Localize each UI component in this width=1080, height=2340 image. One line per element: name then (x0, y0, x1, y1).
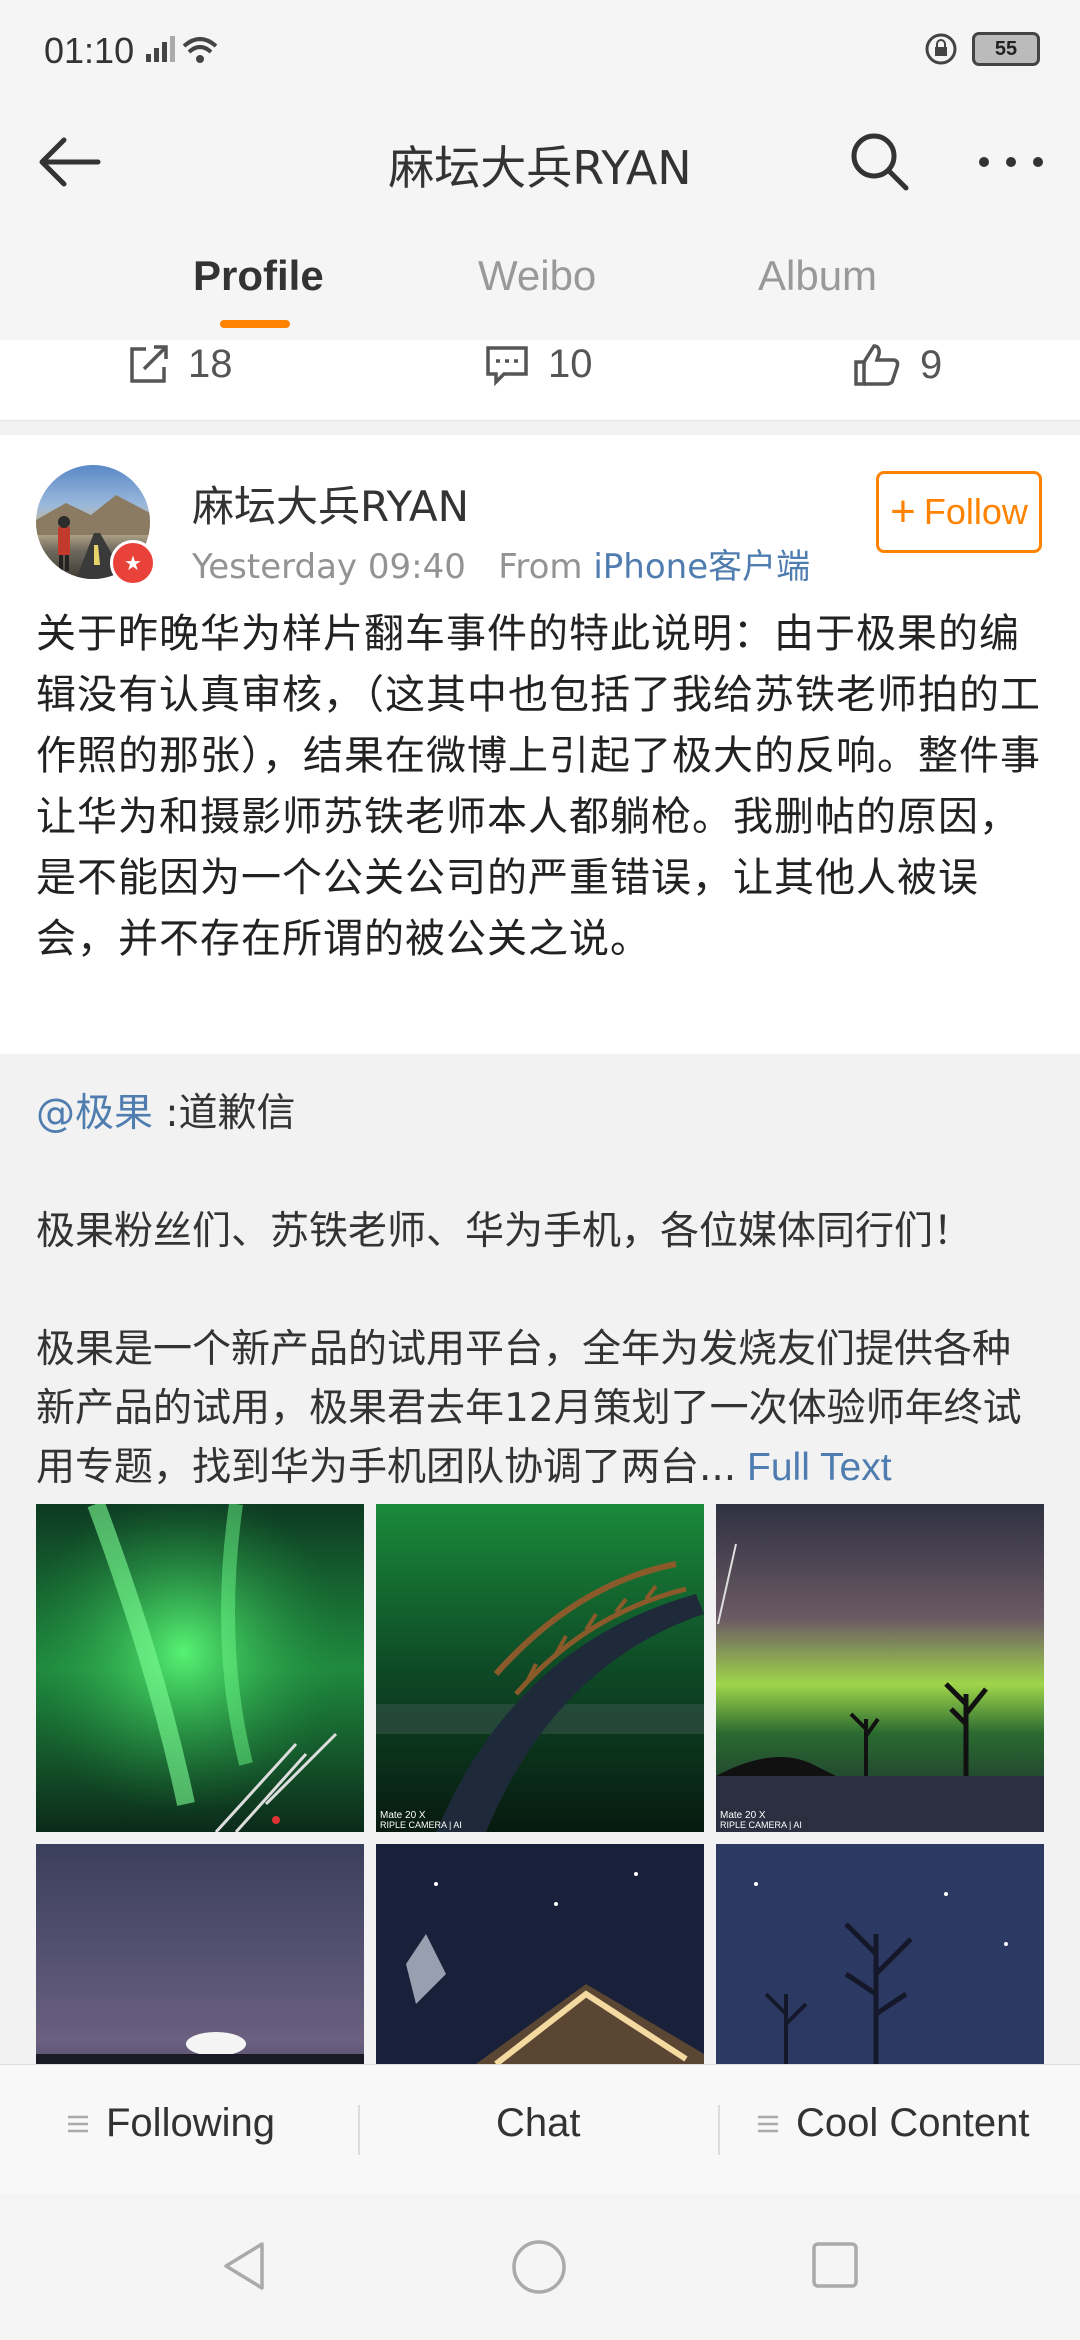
comment-button[interactable]: 10 (484, 342, 593, 387)
status-bar: 01:10 55 (0, 0, 1080, 110)
recent-apps-square-icon[interactable] (810, 2240, 860, 2290)
tab-divider (358, 2105, 360, 2155)
full-text-link[interactable]: Full Text (736, 1446, 892, 1489)
repost-header: @极果 :道歉信 (36, 1084, 1046, 1143)
mention-link[interactable]: @极果 (36, 1091, 153, 1136)
photo-watermark: RIPLE CAMERA | AI (380, 1820, 462, 1830)
top-nav-bar: 麻坛大兵RYAN (0, 110, 1080, 215)
photo-thumbnail[interactable]: Mate 20 X RIPLE CAMERA | AI (716, 1504, 1044, 1832)
night-sky-photo-5 (376, 1844, 704, 2064)
system-nav-bar (0, 2194, 1080, 2340)
menu-lines-icon (68, 2115, 88, 2132)
photo-thumbnail[interactable] (716, 1844, 1044, 2064)
photo-watermark: RIPLE CAMERA | AI (720, 1820, 802, 1830)
tab-weibo[interactable]: Weibo (478, 252, 596, 300)
night-sky-photo-4 (36, 1844, 364, 2064)
page-title: 麻坛大兵RYAN (388, 141, 692, 195)
post-header: ★ 麻坛大兵RYAN Yesterday 09:40 From iPhone客户… (0, 435, 1080, 605)
tab-album[interactable]: Album (758, 252, 877, 300)
post-body: 关于昨晚华为样片翻车事件的特此说明：由于极果的编辑没有认真审核，（这其中也包括了… (36, 611, 1041, 962)
tab-following-label: Following (106, 2101, 275, 2145)
tab-chat[interactable]: Chat (496, 2101, 581, 2146)
aurora-photo-1 (36, 1504, 364, 1832)
home-circle-icon[interactable] (510, 2238, 568, 2296)
aurora-photo-2: Mate 20 X RIPLE CAMERA | AI (376, 1504, 704, 1832)
follow-button[interactable]: + Follow (876, 471, 1042, 553)
active-tab-indicator (220, 320, 290, 328)
back-triangle-icon[interactable] (218, 2238, 270, 2294)
photo-thumbnail[interactable] (36, 1504, 364, 1832)
thumbs-up-icon (854, 344, 900, 386)
repost-paragraph-1: 极果粉丝们、苏铁老师、华为手机，各位媒体同行们！ (36, 1209, 973, 1254)
comment-icon (486, 345, 528, 386)
tab-divider (718, 2105, 720, 2155)
more-options-icon[interactable] (974, 130, 1048, 192)
repost-icon (130, 344, 168, 383)
photo-thumbnail[interactable] (36, 1844, 364, 2064)
night-sky-photo-6 (716, 1844, 1044, 2064)
bottom-tab-bar: Following Chat Cool Content (0, 2064, 1080, 2195)
signal-wifi-icon (146, 36, 218, 63)
post-actions-row: 18 10 9 (0, 340, 1080, 421)
tab-profile[interactable]: Profile (193, 252, 324, 300)
plus-icon: + (890, 487, 916, 536)
reposted-content[interactable]: @极果 :道歉信 极果粉丝们、苏铁老师、华为手机，各位媒体同行们！ 极果是一个新… (0, 1054, 1080, 2064)
tab-following[interactable]: Following (66, 2101, 275, 2146)
follow-label: Follow (923, 491, 1028, 532)
repost-button[interactable]: 18 (126, 342, 233, 387)
repost-count: 18 (188, 342, 233, 386)
aurora-photo-3: Mate 20 X RIPLE CAMERA | AI (716, 1504, 1044, 1832)
author-name[interactable]: 麻坛大兵RYAN (192, 473, 469, 534)
post-from-label: From (498, 547, 583, 587)
tab-cool-content-label: Cool Content (796, 2101, 1030, 2145)
repost-text: @极果 :道歉信 极果粉丝们、苏铁老师、华为手机，各位媒体同行们！ 极果是一个新… (36, 1084, 1046, 1497)
section-divider (0, 421, 1080, 435)
photo-thumbnail[interactable]: Mate 20 X RIPLE CAMERA | AI (376, 1504, 704, 1832)
status-right: 55 (924, 32, 1040, 66)
post-meta: Yesterday 09:40 From iPhone客户端 (192, 539, 810, 588)
battery-indicator: 55 (972, 32, 1040, 66)
repost-title: :道歉信 (153, 1091, 296, 1136)
photo-thumbnail[interactable] (376, 1844, 704, 2064)
tab-chat-label: Chat (496, 2101, 581, 2145)
repost-paragraph-2: 极果是一个新产品的试用平台，全年为发烧友们提供各种新产品的试用，极果君去年12月… (36, 1320, 1046, 1497)
like-button[interactable]: 9 (852, 342, 942, 388)
menu-lines-icon (758, 2115, 778, 2132)
post-source[interactable]: iPhone客户端 (593, 547, 810, 587)
verified-badge-icon: ★ (110, 540, 156, 586)
comment-count: 10 (548, 342, 593, 386)
status-time: 01:10 (44, 30, 135, 71)
profile-tabs: Profile Weibo Album (0, 214, 1080, 341)
tab-cool-content[interactable]: Cool Content (756, 2101, 1029, 2146)
search-icon[interactable] (848, 130, 910, 192)
rotation-lock-icon (925, 33, 957, 65)
like-count: 9 (920, 342, 943, 387)
post-time: Yesterday 09:40 (192, 547, 466, 587)
